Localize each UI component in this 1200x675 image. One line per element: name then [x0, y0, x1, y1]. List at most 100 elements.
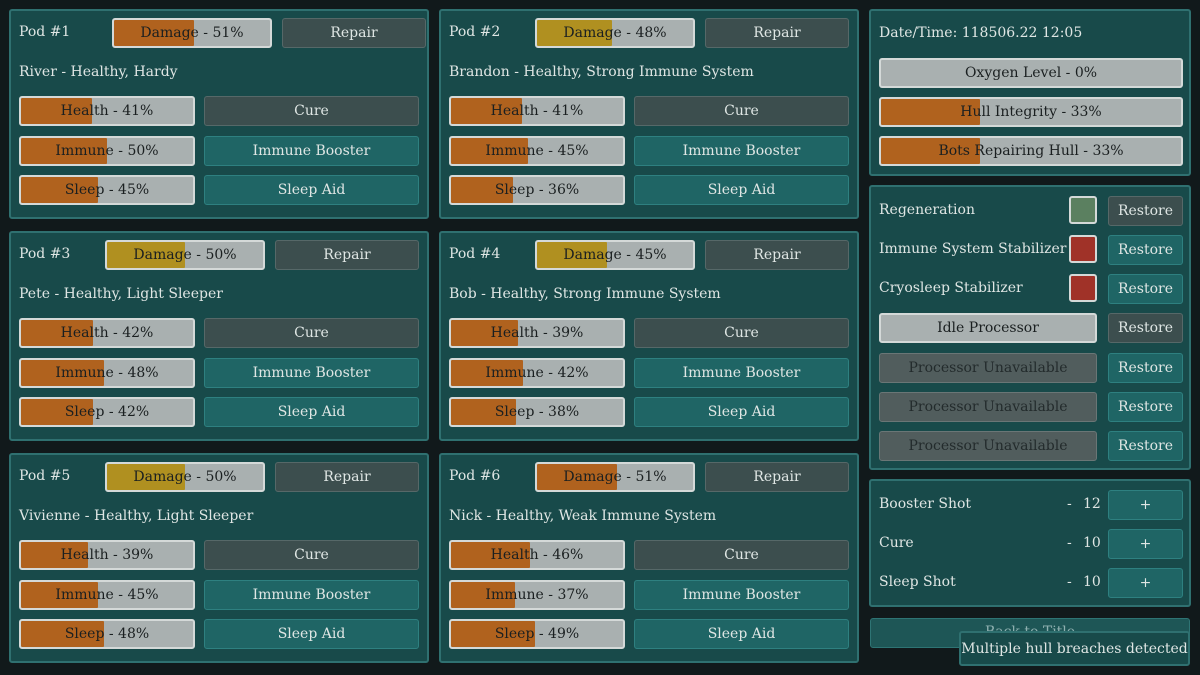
system-label: Immune System Stabilizer: [879, 241, 1067, 257]
bots-repairing-bar: Bots Repairing Hull - 33%: [879, 136, 1183, 166]
sleep-aid-button[interactable]: Sleep Aid: [634, 175, 849, 205]
repair-button[interactable]: Repair: [705, 240, 849, 270]
health-label: Health - 39%: [60, 547, 154, 563]
add-sleep-shot-button[interactable]: +: [1108, 568, 1183, 598]
sleep-aid-button[interactable]: Sleep Aid: [204, 397, 419, 427]
immune-booster-button[interactable]: Immune Booster: [204, 358, 419, 388]
damage-bar: Damage - 45%: [535, 240, 695, 270]
immune-booster-button[interactable]: Immune Booster: [204, 580, 419, 610]
sleep-bar: Sleep - 48%: [19, 619, 195, 649]
health-label: Health - 46%: [490, 547, 584, 563]
immune-label: Immune - 37%: [485, 587, 589, 603]
sleep-bar: Sleep - 45%: [19, 175, 195, 205]
restore-button[interactable]: Restore: [1108, 431, 1183, 461]
pod-panel: Pod #4 Damage - 45% Repair Bob - Healthy…: [439, 231, 859, 441]
occupant-label: Brandon - Healthy, Strong Immune System: [449, 64, 754, 80]
pod-panel: Pod #6 Damage - 51% Repair Nick - Health…: [439, 453, 859, 663]
immune-bar: Immune - 50%: [19, 136, 195, 166]
health-label: Health - 42%: [60, 325, 154, 341]
damage-bar: Damage - 51%: [535, 462, 695, 492]
health-bar: Health - 46%: [449, 540, 625, 570]
repair-button[interactable]: Repair: [705, 18, 849, 48]
occupant-label: Pete - Healthy, Light Sleeper: [19, 286, 223, 302]
sleep-label: Sleep - 49%: [494, 626, 580, 642]
hull-integrity-bar: Hull Integrity - 33%: [879, 97, 1183, 127]
oxygen-bar: Oxygen Level - 0%: [879, 58, 1183, 88]
immune-booster-button[interactable]: Immune Booster: [634, 358, 849, 388]
pod-title: Pod #2: [449, 24, 501, 40]
occupant-label: Nick - Healthy, Weak Immune System: [449, 508, 717, 524]
damage-label: Damage - 51%: [140, 25, 244, 41]
pod-panel: Pod #3 Damage - 50% Repair Pete - Health…: [9, 231, 429, 441]
sleep-label: Sleep - 42%: [64, 404, 150, 420]
notification-toast: Multiple hull breaches detected: [959, 631, 1190, 666]
sleep-label: Sleep - 38%: [494, 404, 580, 420]
health-bar: Health - 41%: [19, 96, 195, 126]
inventory-count: 12: [1083, 496, 1101, 512]
add-cure-button[interactable]: +: [1108, 529, 1183, 559]
restore-button[interactable]: Restore: [1108, 274, 1183, 304]
restore-button[interactable]: Restore: [1108, 392, 1183, 422]
immune-bar: Immune - 42%: [449, 358, 625, 388]
occupant-label: River - Healthy, Hardy: [19, 64, 178, 80]
processor-slot: Processor Unavailable: [879, 431, 1097, 461]
pod-title: Pod #6: [449, 468, 501, 484]
processor-slot: Processor Unavailable: [879, 353, 1097, 383]
pod-panel: Pod #5 Damage - 50% Repair Vivienne - He…: [9, 453, 429, 663]
cure-button[interactable]: Cure: [204, 318, 419, 348]
immune-bar: Immune - 45%: [19, 580, 195, 610]
oxygen-label: Oxygen Level - 0%: [964, 65, 1098, 81]
cure-button[interactable]: Cure: [204, 96, 419, 126]
processor-slot[interactable]: Idle Processor: [879, 313, 1097, 343]
immune-label: Immune - 48%: [55, 365, 159, 381]
immune-label: Immune - 50%: [55, 143, 159, 159]
immune-booster-button[interactable]: Immune Booster: [204, 136, 419, 166]
cure-button[interactable]: Cure: [204, 540, 419, 570]
damage-label: Damage - 45%: [563, 247, 667, 263]
restore-button[interactable]: Restore: [1108, 353, 1183, 383]
health-label: Health - 41%: [490, 103, 584, 119]
add-booster-shot-button[interactable]: +: [1108, 490, 1183, 520]
restore-button[interactable]: Restore: [1108, 196, 1183, 226]
sleep-aid-button[interactable]: Sleep Aid: [204, 175, 419, 205]
pod-title: Pod #3: [19, 246, 71, 262]
damage-bar: Damage - 51%: [112, 18, 272, 48]
immune-bar: Immune - 48%: [19, 358, 195, 388]
immune-booster-button[interactable]: Immune Booster: [634, 136, 849, 166]
repair-button[interactable]: Repair: [275, 462, 419, 492]
damage-label: Damage - 50%: [133, 247, 237, 263]
pod-title: Pod #5: [19, 468, 71, 484]
sleep-label: Sleep - 48%: [64, 626, 150, 642]
pod-title: Pod #1: [19, 24, 71, 40]
repair-button[interactable]: Repair: [705, 462, 849, 492]
occupant-label: Bob - Healthy, Strong Immune System: [449, 286, 721, 302]
sleep-bar: Sleep - 36%: [449, 175, 625, 205]
sleep-label: Sleep - 36%: [494, 182, 580, 198]
inventory-item-label: Sleep Shot: [879, 574, 956, 590]
inventory-item-label: Booster Shot: [879, 496, 972, 512]
cure-button[interactable]: Cure: [634, 318, 849, 348]
immune-bar: Immune - 37%: [449, 580, 625, 610]
repair-button[interactable]: Repair: [282, 18, 426, 48]
sleep-aid-button[interactable]: Sleep Aid: [204, 619, 419, 649]
inventory-dash: -: [1067, 535, 1072, 551]
immune-booster-button[interactable]: Immune Booster: [634, 580, 849, 610]
processor-slot: Processor Unavailable: [879, 392, 1097, 422]
sleep-bar: Sleep - 38%: [449, 397, 625, 427]
health-label: Health - 39%: [490, 325, 584, 341]
repair-button[interactable]: Repair: [275, 240, 419, 270]
cure-button[interactable]: Cure: [634, 540, 849, 570]
restore-button[interactable]: Restore: [1108, 235, 1183, 265]
system-status-indicator: [1069, 196, 1097, 224]
sleep-aid-button[interactable]: Sleep Aid: [634, 619, 849, 649]
damage-bar: Damage - 50%: [105, 240, 265, 270]
cure-button[interactable]: Cure: [634, 96, 849, 126]
inventory-count: 10: [1083, 535, 1101, 551]
hull-integrity-label: Hull Integrity - 33%: [960, 104, 1102, 120]
systems-panel: Regeneration Restore Immune System Stabi…: [869, 185, 1191, 470]
damage-bar: Damage - 50%: [105, 462, 265, 492]
pod-title: Pod #4: [449, 246, 501, 262]
sleep-aid-button[interactable]: Sleep Aid: [634, 397, 849, 427]
damage-bar: Damage - 48%: [535, 18, 695, 48]
restore-button[interactable]: Restore: [1108, 313, 1183, 343]
